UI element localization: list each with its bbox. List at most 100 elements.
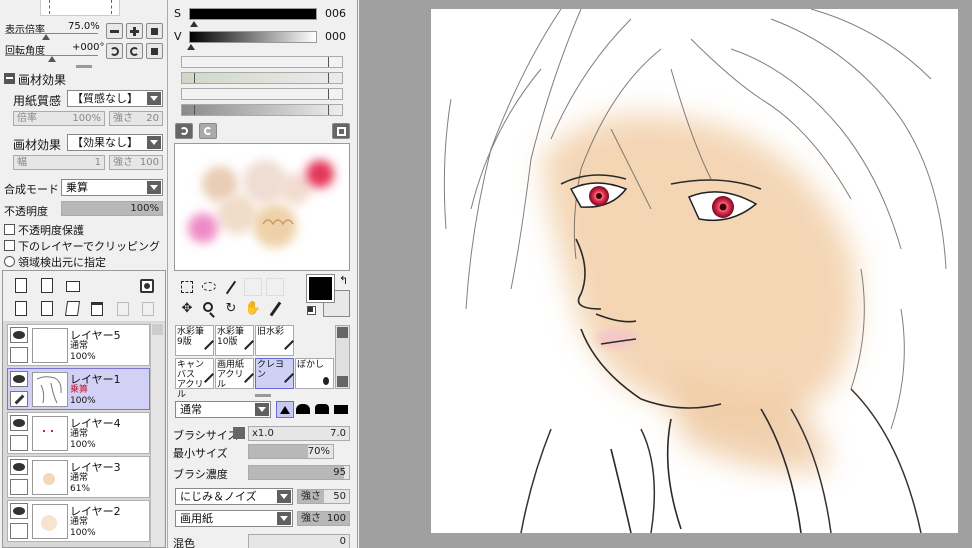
empty-tool-slot	[266, 278, 284, 296]
move-icon[interactable]: ✥	[178, 300, 196, 318]
zoom-slider-knob[interactable]	[42, 34, 50, 40]
brush-paper-select[interactable]: 画用紙	[175, 510, 293, 527]
clipping-label: 下のレイヤーでクリッピング	[18, 240, 161, 253]
size-multiplier-dropdown[interactable]	[233, 427, 245, 439]
navigator-preview[interactable]	[40, 0, 120, 16]
brush-scrollbar[interactable]	[335, 325, 350, 389]
scratchpad-canvas[interactable]	[174, 143, 350, 271]
lasso-icon[interactable]	[200, 278, 218, 296]
redo-button[interactable]	[199, 123, 217, 139]
mix-slider-1[interactable]	[181, 56, 343, 68]
new-layer-icon[interactable]	[15, 278, 27, 293]
rotate-icon[interactable]: ↻	[222, 300, 240, 318]
blend-slider[interactable]: 0	[248, 534, 350, 548]
rotate-left-button[interactable]	[106, 43, 123, 59]
brush-slot-selected[interactable]: クレヨン	[255, 358, 294, 389]
eye-icon[interactable]	[10, 503, 28, 519]
mix-slider-4[interactable]	[181, 104, 343, 116]
brush-slot[interactable]: 水彩筆 10版	[215, 325, 254, 356]
magic-wand-icon[interactable]	[222, 278, 240, 296]
brush-density-slider[interactable]: 95	[248, 465, 350, 480]
rotate-right-button[interactable]	[126, 43, 143, 59]
layer-item[interactable]: レイヤー2 通常 100%	[7, 500, 150, 542]
splitter-handle[interactable]	[76, 65, 92, 68]
shape-soft-icon[interactable]	[296, 404, 310, 414]
layer-item[interactable]: レイヤー5 通常 100%	[7, 324, 150, 366]
primary-color-swatch[interactable]	[306, 274, 335, 303]
panel-resize-handle[interactable]	[168, 280, 173, 320]
brush-slot[interactable]: 旧水彩	[255, 325, 294, 356]
undo-button[interactable]	[175, 123, 193, 139]
brush-slot[interactable]: キャンバス アクリル	[175, 358, 214, 400]
zoom-icon[interactable]	[200, 300, 218, 318]
reset-colors-icon[interactable]	[307, 306, 316, 315]
rotation-reset-button[interactable]	[146, 43, 163, 59]
value-slider[interactable]	[189, 31, 317, 43]
layer-scrollbar[interactable]	[150, 323, 164, 547]
layer-lock-toggle[interactable]	[10, 347, 28, 363]
paper-strength-slider[interactable]: 強さ 100	[297, 511, 350, 526]
layer-item-selected[interactable]: レイヤー1 乗算 100%	[7, 368, 150, 410]
scroll-up-icon[interactable]	[337, 327, 348, 338]
protect-opacity-checkbox[interactable]	[4, 224, 15, 235]
layer-lock-toggle[interactable]	[10, 435, 28, 451]
shape-flat-icon[interactable]	[334, 405, 348, 414]
layer-item[interactable]: レイヤー4 通常 100%	[7, 412, 150, 454]
selection-source-radio[interactable]	[4, 256, 15, 267]
layer-lock-toggle[interactable]	[10, 523, 28, 539]
clipping-checkbox[interactable]	[4, 240, 15, 251]
transfer-down-icon[interactable]	[15, 301, 27, 316]
layer-lock-toggle[interactable]	[10, 479, 28, 495]
splitter-handle[interactable]	[255, 394, 271, 397]
brush-slot[interactable]: 水彩筆 9版	[175, 325, 214, 356]
shape-sharp-icon[interactable]	[276, 401, 294, 418]
brush-slot[interactable]: ぼかし	[295, 358, 334, 389]
effect-select[interactable]: 【効果なし】	[67, 134, 163, 151]
eyedropper-icon[interactable]	[266, 300, 284, 318]
hand-icon[interactable]: ✋	[244, 300, 262, 318]
new-vector-layer-icon[interactable]	[41, 278, 53, 293]
pen-icon[interactable]	[10, 391, 28, 407]
brush-shape-selector[interactable]	[276, 401, 350, 418]
rect-select-icon[interactable]	[178, 278, 196, 296]
eye-icon[interactable]	[10, 371, 28, 387]
texture-collapse-icon[interactable]	[4, 73, 15, 84]
blur-icon	[323, 377, 329, 385]
brush-icon	[204, 340, 214, 350]
zoom-reset-button[interactable]	[146, 23, 163, 39]
new-folder-icon[interactable]	[66, 281, 80, 292]
eye-icon[interactable]	[10, 459, 28, 475]
min-size-slider[interactable]: 70%	[248, 444, 334, 459]
noise-select[interactable]: にじみ＆ノイズ	[175, 488, 293, 505]
brush-mode-select[interactable]: 通常	[175, 401, 271, 418]
layer-mask-icon[interactable]	[140, 279, 154, 293]
swap-colors-icon[interactable]: ↰	[339, 274, 348, 287]
layer-thumbnail	[32, 328, 68, 363]
zoom-slider[interactable]	[5, 33, 98, 34]
eye-icon[interactable]	[10, 327, 28, 343]
clear-layer-icon[interactable]	[64, 301, 81, 316]
brush-size-slider[interactable]: x1.0 7.0	[248, 426, 350, 441]
blend-mode-select[interactable]: 乗算	[61, 179, 163, 196]
drawing-canvas[interactable]	[431, 9, 958, 533]
opacity-slider[interactable]: 100%	[61, 201, 163, 216]
layer-item[interactable]: レイヤー3 通常 61%	[7, 456, 150, 498]
zoom-out-button[interactable]	[106, 23, 123, 39]
rotation-slider-knob[interactable]	[48, 56, 56, 62]
saturation-knob[interactable]	[190, 21, 198, 27]
scroll-down-icon[interactable]	[337, 376, 348, 387]
mix-slider-2[interactable]	[181, 72, 343, 84]
merge-down-icon[interactable]	[41, 301, 53, 316]
noise-strength-slider[interactable]: 強さ 50	[297, 489, 350, 504]
delete-layer-icon[interactable]	[91, 302, 103, 316]
eye-icon[interactable]	[10, 415, 28, 431]
saturation-slider[interactable]	[189, 8, 317, 20]
brush-slot[interactable]: 画用紙 アクリル	[215, 358, 254, 390]
paper-texture-select[interactable]: 【質感なし】	[67, 90, 163, 107]
zoom-in-button[interactable]	[126, 23, 143, 39]
mix-slider-3[interactable]	[181, 88, 343, 100]
shape-round-icon[interactable]	[315, 404, 329, 414]
value-knob[interactable]	[187, 44, 195, 50]
scratchpad-clear-button[interactable]	[332, 123, 350, 139]
scroll-up-icon[interactable]	[152, 324, 163, 335]
